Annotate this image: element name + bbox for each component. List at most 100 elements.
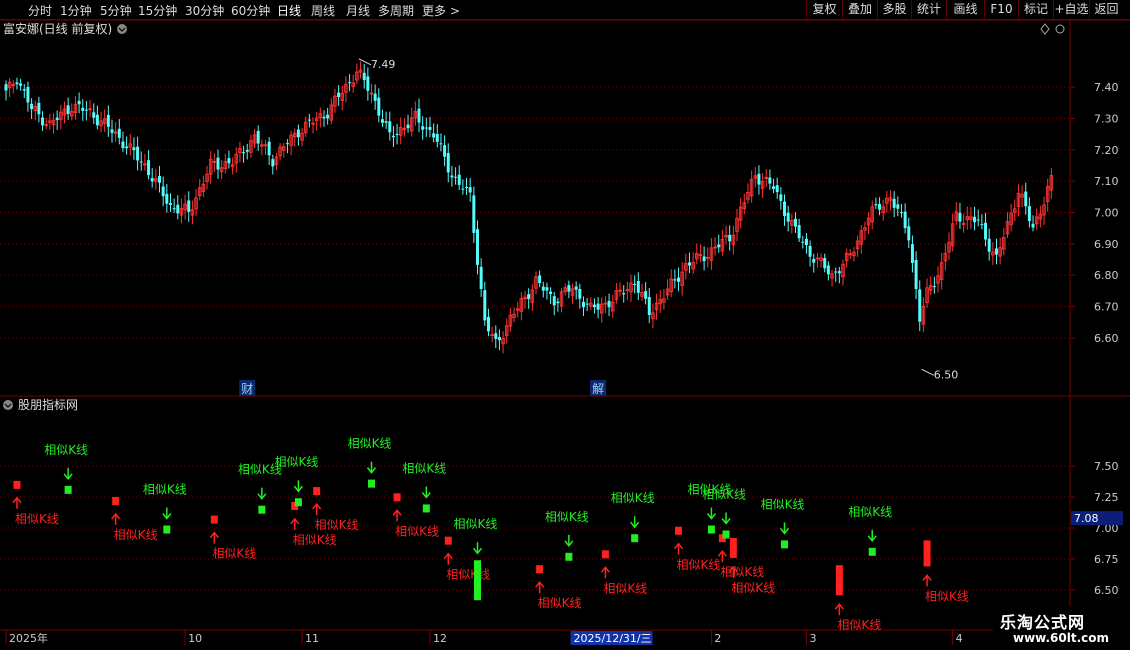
signal-label-red: 相似K线 — [315, 518, 359, 532]
candle-body — [66, 105, 70, 115]
candle-body — [267, 141, 271, 156]
signal-label-red: 相似K线 — [15, 512, 59, 526]
high-marker-label: 7.49 — [371, 58, 396, 71]
candle-body — [172, 208, 176, 210]
low-marker-line — [921, 368, 934, 376]
time-label: 12 — [433, 632, 447, 645]
low-marker-label: 6.50 — [934, 368, 959, 381]
event-badge: 解 — [592, 382, 604, 396]
time-label: 3 — [809, 632, 816, 645]
candle-body — [545, 287, 549, 291]
candle-body — [439, 143, 443, 145]
candle-body — [125, 146, 129, 149]
signal-label-green: 相似K线 — [402, 461, 446, 475]
signal-bar-red — [601, 550, 609, 559]
candle-body — [106, 114, 110, 127]
time-label: 10 — [188, 632, 202, 645]
candle-body — [465, 186, 469, 188]
candle-body — [121, 141, 125, 149]
candle-body — [366, 76, 370, 91]
candle-body — [475, 229, 479, 265]
candle-body — [786, 212, 790, 222]
candle-body — [307, 119, 311, 121]
candle-body — [483, 290, 487, 321]
main-tick-label: 7.30 — [1094, 112, 1119, 125]
candle-body — [242, 152, 246, 154]
signal-bar-green — [631, 534, 639, 543]
main-tick-label: 6.90 — [1094, 238, 1119, 251]
signal-label-green: 相似K线 — [848, 505, 892, 519]
signal-bar-red — [835, 565, 843, 596]
candle-body — [454, 176, 458, 178]
candle-body — [428, 126, 432, 131]
candle-body — [757, 173, 761, 185]
candle-body — [896, 204, 900, 209]
candle-body — [907, 226, 911, 241]
signal-bar-red — [675, 526, 683, 535]
candle-body — [976, 219, 980, 221]
candle-body — [176, 204, 180, 214]
signal-bar-green — [294, 498, 302, 507]
candle-body — [424, 127, 428, 129]
candle-body — [793, 218, 797, 227]
candle-body — [136, 146, 140, 161]
candle-body — [783, 201, 787, 216]
candle-body — [903, 211, 907, 229]
signal-bar-red — [729, 537, 737, 558]
candle-body — [549, 291, 553, 295]
settings-circle-icon — [1055, 24, 1065, 34]
candle-body — [973, 216, 977, 223]
candle-body — [980, 224, 984, 226]
candle-body — [41, 117, 45, 126]
candle-body — [874, 204, 878, 206]
candle-body — [377, 97, 381, 116]
main-tick-label: 7.00 — [1094, 207, 1119, 220]
candle-body — [987, 238, 991, 252]
signal-bar-red — [393, 493, 401, 502]
candle-body — [417, 108, 421, 123]
candle-body — [271, 159, 275, 167]
candle-body — [552, 296, 556, 306]
signal-label-red: 相似K线 — [837, 618, 881, 632]
candle-body — [92, 112, 96, 118]
signal-label-green: 相似K线 — [761, 497, 805, 511]
candle-body — [775, 185, 779, 193]
price-axes: 6.60 6.70 6.80 6.90 7.00 7.10 7.20 7.30 7.40 6.50… — [1070, 81, 1123, 597]
candle-body — [161, 186, 165, 197]
candle-body — [84, 109, 88, 111]
candle-body — [837, 271, 841, 274]
candle-body — [556, 301, 560, 304]
candle-body — [479, 266, 483, 290]
signal-label-red: 相似K线 — [395, 524, 439, 538]
candle-body — [797, 225, 801, 239]
candle-body — [395, 133, 399, 135]
candle-body — [1024, 191, 1028, 207]
candle-body — [995, 248, 999, 255]
candle-body — [245, 150, 249, 152]
main-tick-label: 6.70 — [1094, 301, 1119, 314]
cursor-date: 2025/12/31/三 — [574, 632, 652, 645]
main-panel-title: 富安娜(日线 前复权) — [3, 21, 112, 36]
candle-body — [585, 303, 589, 305]
signal-label-red: 相似K线 — [720, 565, 764, 579]
price-markers: 7.49 6.50 财 解 — [239, 58, 958, 396]
candle-body — [77, 100, 81, 105]
signal-bar-red — [210, 515, 218, 524]
candle-body — [4, 84, 8, 91]
signal-label-red: 相似K线 — [446, 568, 490, 582]
time-label: 2 — [714, 632, 721, 645]
signal-bar-red — [923, 540, 931, 567]
candle-body — [296, 129, 300, 138]
indicator-tick-label: 6.50 — [1094, 584, 1119, 597]
candle-body — [808, 245, 812, 257]
candle-body — [26, 86, 30, 103]
candle-body — [578, 288, 582, 299]
candle-body — [285, 143, 289, 145]
signal-bar-green — [868, 547, 876, 556]
signal-bar-green — [565, 552, 573, 561]
candle-body — [644, 291, 648, 299]
signal-bar-green — [473, 560, 481, 601]
candle-body — [322, 116, 326, 119]
signal-label-green: 相似K线 — [611, 491, 655, 505]
time-axis: 2025年 10 11 12 2 3 4 2025/12/31/三 — [5, 630, 963, 645]
